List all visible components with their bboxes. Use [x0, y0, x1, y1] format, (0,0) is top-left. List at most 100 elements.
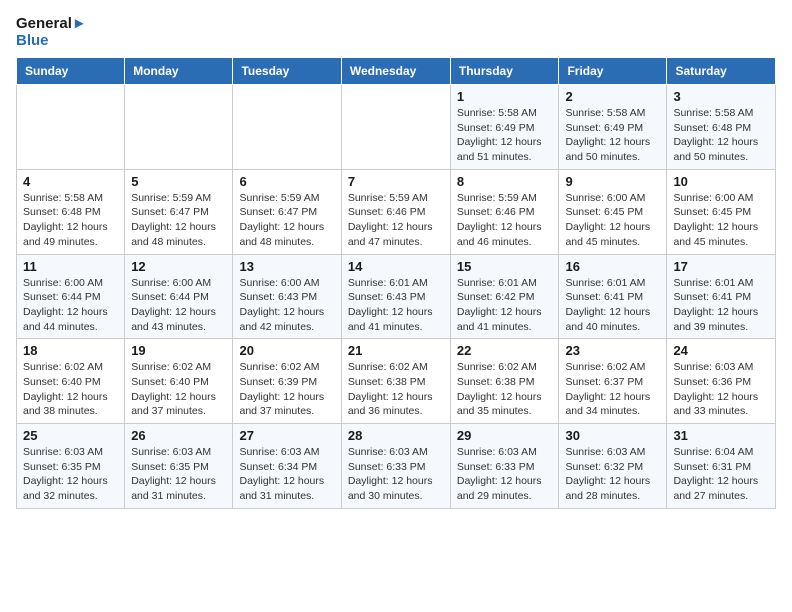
calendar-week-row: 1 Sunrise: 5:58 AM Sunset: 6:49 PM Daylig… — [17, 85, 776, 170]
day-info: Sunrise: 6:00 AM Sunset: 6:45 PM Dayligh… — [565, 191, 660, 250]
calendar-day-cell: 20 Sunrise: 6:02 AM Sunset: 6:39 PM Dayli… — [233, 339, 341, 424]
day-info: Sunrise: 6:03 AM Sunset: 6:35 PM Dayligh… — [23, 445, 118, 504]
day-number: 25 — [23, 428, 118, 443]
day-number: 28 — [348, 428, 444, 443]
day-number: 21 — [348, 343, 444, 358]
day-info: Sunrise: 6:00 AM Sunset: 6:45 PM Dayligh… — [673, 191, 769, 250]
calendar-day-cell — [233, 85, 341, 170]
day-info: Sunrise: 6:03 AM Sunset: 6:33 PM Dayligh… — [457, 445, 553, 504]
day-number: 9 — [565, 174, 660, 189]
day-of-week-header: Monday — [125, 58, 233, 85]
calendar-day-cell: 23 Sunrise: 6:02 AM Sunset: 6:37 PM Dayli… — [559, 339, 667, 424]
calendar-day-cell: 11 Sunrise: 6:00 AM Sunset: 6:44 PM Dayli… — [17, 254, 125, 339]
day-info: Sunrise: 6:01 AM Sunset: 6:41 PM Dayligh… — [673, 276, 769, 335]
calendar-day-cell: 28Sunrise: 6:03 AM Sunset: 6:33 PM Dayli… — [341, 424, 450, 509]
day-info: Sunrise: 6:02 AM Sunset: 6:37 PM Dayligh… — [565, 360, 660, 419]
calendar-day-cell: 12Sunrise: 6:00 AM Sunset: 6:44 PM Dayli… — [125, 254, 233, 339]
day-info: Sunrise: 6:03 AM Sunset: 6:34 PM Dayligh… — [239, 445, 334, 504]
day-number: 13 — [239, 259, 334, 274]
calendar-day-cell: 5 Sunrise: 5:59 AM Sunset: 6:47 PM Daylig… — [125, 169, 233, 254]
calendar: SundayMondayTuesdayWednesdayThursdayFrid… — [16, 57, 776, 509]
calendar-day-cell: 29 Sunrise: 6:03 AM Sunset: 6:33 PM Dayli… — [450, 424, 559, 509]
day-of-week-header: Friday — [559, 58, 667, 85]
day-info: Sunrise: 5:58 AM Sunset: 6:49 PM Dayligh… — [565, 106, 660, 165]
calendar-day-cell: 22 Sunrise: 6:02 AM Sunset: 6:38 PM Dayli… — [450, 339, 559, 424]
day-info: Sunrise: 5:59 AM Sunset: 6:46 PM Dayligh… — [457, 191, 553, 250]
calendar-day-cell: 6 Sunrise: 5:59 AM Sunset: 6:47 PM Daylig… — [233, 169, 341, 254]
day-info: Sunrise: 6:01 AM Sunset: 6:42 PM Dayligh… — [457, 276, 553, 335]
day-number: 20 — [239, 343, 334, 358]
day-number: 3 — [673, 89, 769, 104]
calendar-day-cell: 16 Sunrise: 6:01 AM Sunset: 6:41 PM Dayli… — [559, 254, 667, 339]
calendar-day-cell — [125, 85, 233, 170]
day-info: Sunrise: 6:00 AM Sunset: 6:44 PM Dayligh… — [23, 276, 118, 335]
calendar-day-cell: 8 Sunrise: 5:59 AM Sunset: 6:46 PM Daylig… — [450, 169, 559, 254]
day-info: Sunrise: 5:58 AM Sunset: 6:49 PM Dayligh… — [457, 106, 553, 165]
day-number: 27 — [239, 428, 334, 443]
day-number: 31 — [673, 428, 769, 443]
logo: General► Blue — [16, 16, 87, 49]
day-number: 14 — [348, 259, 444, 274]
day-of-week-header: Sunday — [17, 58, 125, 85]
day-info: Sunrise: 6:04 AM Sunset: 6:31 PM Dayligh… — [673, 445, 769, 504]
day-info: Sunrise: 6:03 AM Sunset: 6:35 PM Dayligh… — [131, 445, 226, 504]
calendar-day-cell: 18 Sunrise: 6:02 AM Sunset: 6:40 PM Dayli… — [17, 339, 125, 424]
day-number: 1 — [457, 89, 553, 104]
day-number: 17 — [673, 259, 769, 274]
day-info: Sunrise: 6:03 AM Sunset: 6:32 PM Dayligh… — [565, 445, 660, 504]
day-number: 16 — [565, 259, 660, 274]
calendar-day-cell — [17, 85, 125, 170]
day-info: Sunrise: 6:00 AM Sunset: 6:43 PM Dayligh… — [239, 276, 334, 335]
day-number: 26 — [131, 428, 226, 443]
day-info: Sunrise: 6:02 AM Sunset: 6:40 PM Dayligh… — [131, 360, 226, 419]
calendar-week-row: 11 Sunrise: 6:00 AM Sunset: 6:44 PM Dayli… — [17, 254, 776, 339]
day-number: 24 — [673, 343, 769, 358]
calendar-day-cell: 14 Sunrise: 6:01 AM Sunset: 6:43 PM Dayli… — [341, 254, 450, 339]
calendar-day-cell: 21 Sunrise: 6:02 AM Sunset: 6:38 PM Dayli… — [341, 339, 450, 424]
day-number: 2 — [565, 89, 660, 104]
day-info: Sunrise: 6:03 AM Sunset: 6:36 PM Dayligh… — [673, 360, 769, 419]
day-number: 5 — [131, 174, 226, 189]
day-info: Sunrise: 6:02 AM Sunset: 6:38 PM Dayligh… — [457, 360, 553, 419]
day-info: Sunrise: 6:02 AM Sunset: 6:38 PM Dayligh… — [348, 360, 444, 419]
calendar-week-row: 18 Sunrise: 6:02 AM Sunset: 6:40 PM Dayli… — [17, 339, 776, 424]
day-number: 18 — [23, 343, 118, 358]
day-number: 29 — [457, 428, 553, 443]
day-info: Sunrise: 6:02 AM Sunset: 6:40 PM Dayligh… — [23, 360, 118, 419]
day-number: 15 — [457, 259, 553, 274]
day-number: 12 — [131, 259, 226, 274]
calendar-day-cell: 15 Sunrise: 6:01 AM Sunset: 6:42 PM Dayli… — [450, 254, 559, 339]
day-number: 6 — [239, 174, 334, 189]
day-number: 8 — [457, 174, 553, 189]
calendar-day-cell: 19 Sunrise: 6:02 AM Sunset: 6:40 PM Dayli… — [125, 339, 233, 424]
day-number: 11 — [23, 259, 118, 274]
calendar-day-cell: 31 Sunrise: 6:04 AM Sunset: 6:31 PM Dayli… — [667, 424, 776, 509]
day-of-week-header: Saturday — [667, 58, 776, 85]
calendar-day-cell: 30 Sunrise: 6:03 AM Sunset: 6:32 PM Dayli… — [559, 424, 667, 509]
calendar-day-cell: 25 Sunrise: 6:03 AM Sunset: 6:35 PM Dayli… — [17, 424, 125, 509]
day-info: Sunrise: 5:58 AM Sunset: 6:48 PM Dayligh… — [23, 191, 118, 250]
day-info: Sunrise: 6:02 AM Sunset: 6:39 PM Dayligh… — [239, 360, 334, 419]
calendar-day-cell: 10Sunrise: 6:00 AM Sunset: 6:45 PM Dayli… — [667, 169, 776, 254]
day-of-week-header: Thursday — [450, 58, 559, 85]
calendar-day-cell: 13 Sunrise: 6:00 AM Sunset: 6:43 PM Dayli… — [233, 254, 341, 339]
calendar-week-row: 25 Sunrise: 6:03 AM Sunset: 6:35 PM Dayli… — [17, 424, 776, 509]
day-info: Sunrise: 5:59 AM Sunset: 6:47 PM Dayligh… — [131, 191, 226, 250]
day-number: 19 — [131, 343, 226, 358]
day-info: Sunrise: 6:01 AM Sunset: 6:43 PM Dayligh… — [348, 276, 444, 335]
day-info: Sunrise: 6:01 AM Sunset: 6:41 PM Dayligh… — [565, 276, 660, 335]
day-info: Sunrise: 5:59 AM Sunset: 6:46 PM Dayligh… — [348, 191, 444, 250]
day-info: Sunrise: 5:59 AM Sunset: 6:47 PM Dayligh… — [239, 191, 334, 250]
calendar-day-cell: 27 Sunrise: 6:03 AM Sunset: 6:34 PM Dayli… — [233, 424, 341, 509]
calendar-day-cell: 24 Sunrise: 6:03 AM Sunset: 6:36 PM Dayli… — [667, 339, 776, 424]
calendar-day-cell — [341, 85, 450, 170]
day-number: 30 — [565, 428, 660, 443]
day-number: 23 — [565, 343, 660, 358]
calendar-day-cell: 9 Sunrise: 6:00 AM Sunset: 6:45 PM Daylig… — [559, 169, 667, 254]
calendar-day-cell: 1 Sunrise: 5:58 AM Sunset: 6:49 PM Daylig… — [450, 85, 559, 170]
calendar-day-cell: 3Sunrise: 5:58 AM Sunset: 6:48 PM Daylig… — [667, 85, 776, 170]
day-number: 22 — [457, 343, 553, 358]
calendar-week-row: 4Sunrise: 5:58 AM Sunset: 6:48 PM Daylig… — [17, 169, 776, 254]
calendar-day-cell: 2 Sunrise: 5:58 AM Sunset: 6:49 PM Daylig… — [559, 85, 667, 170]
logo-text: General► Blue — [16, 16, 87, 49]
